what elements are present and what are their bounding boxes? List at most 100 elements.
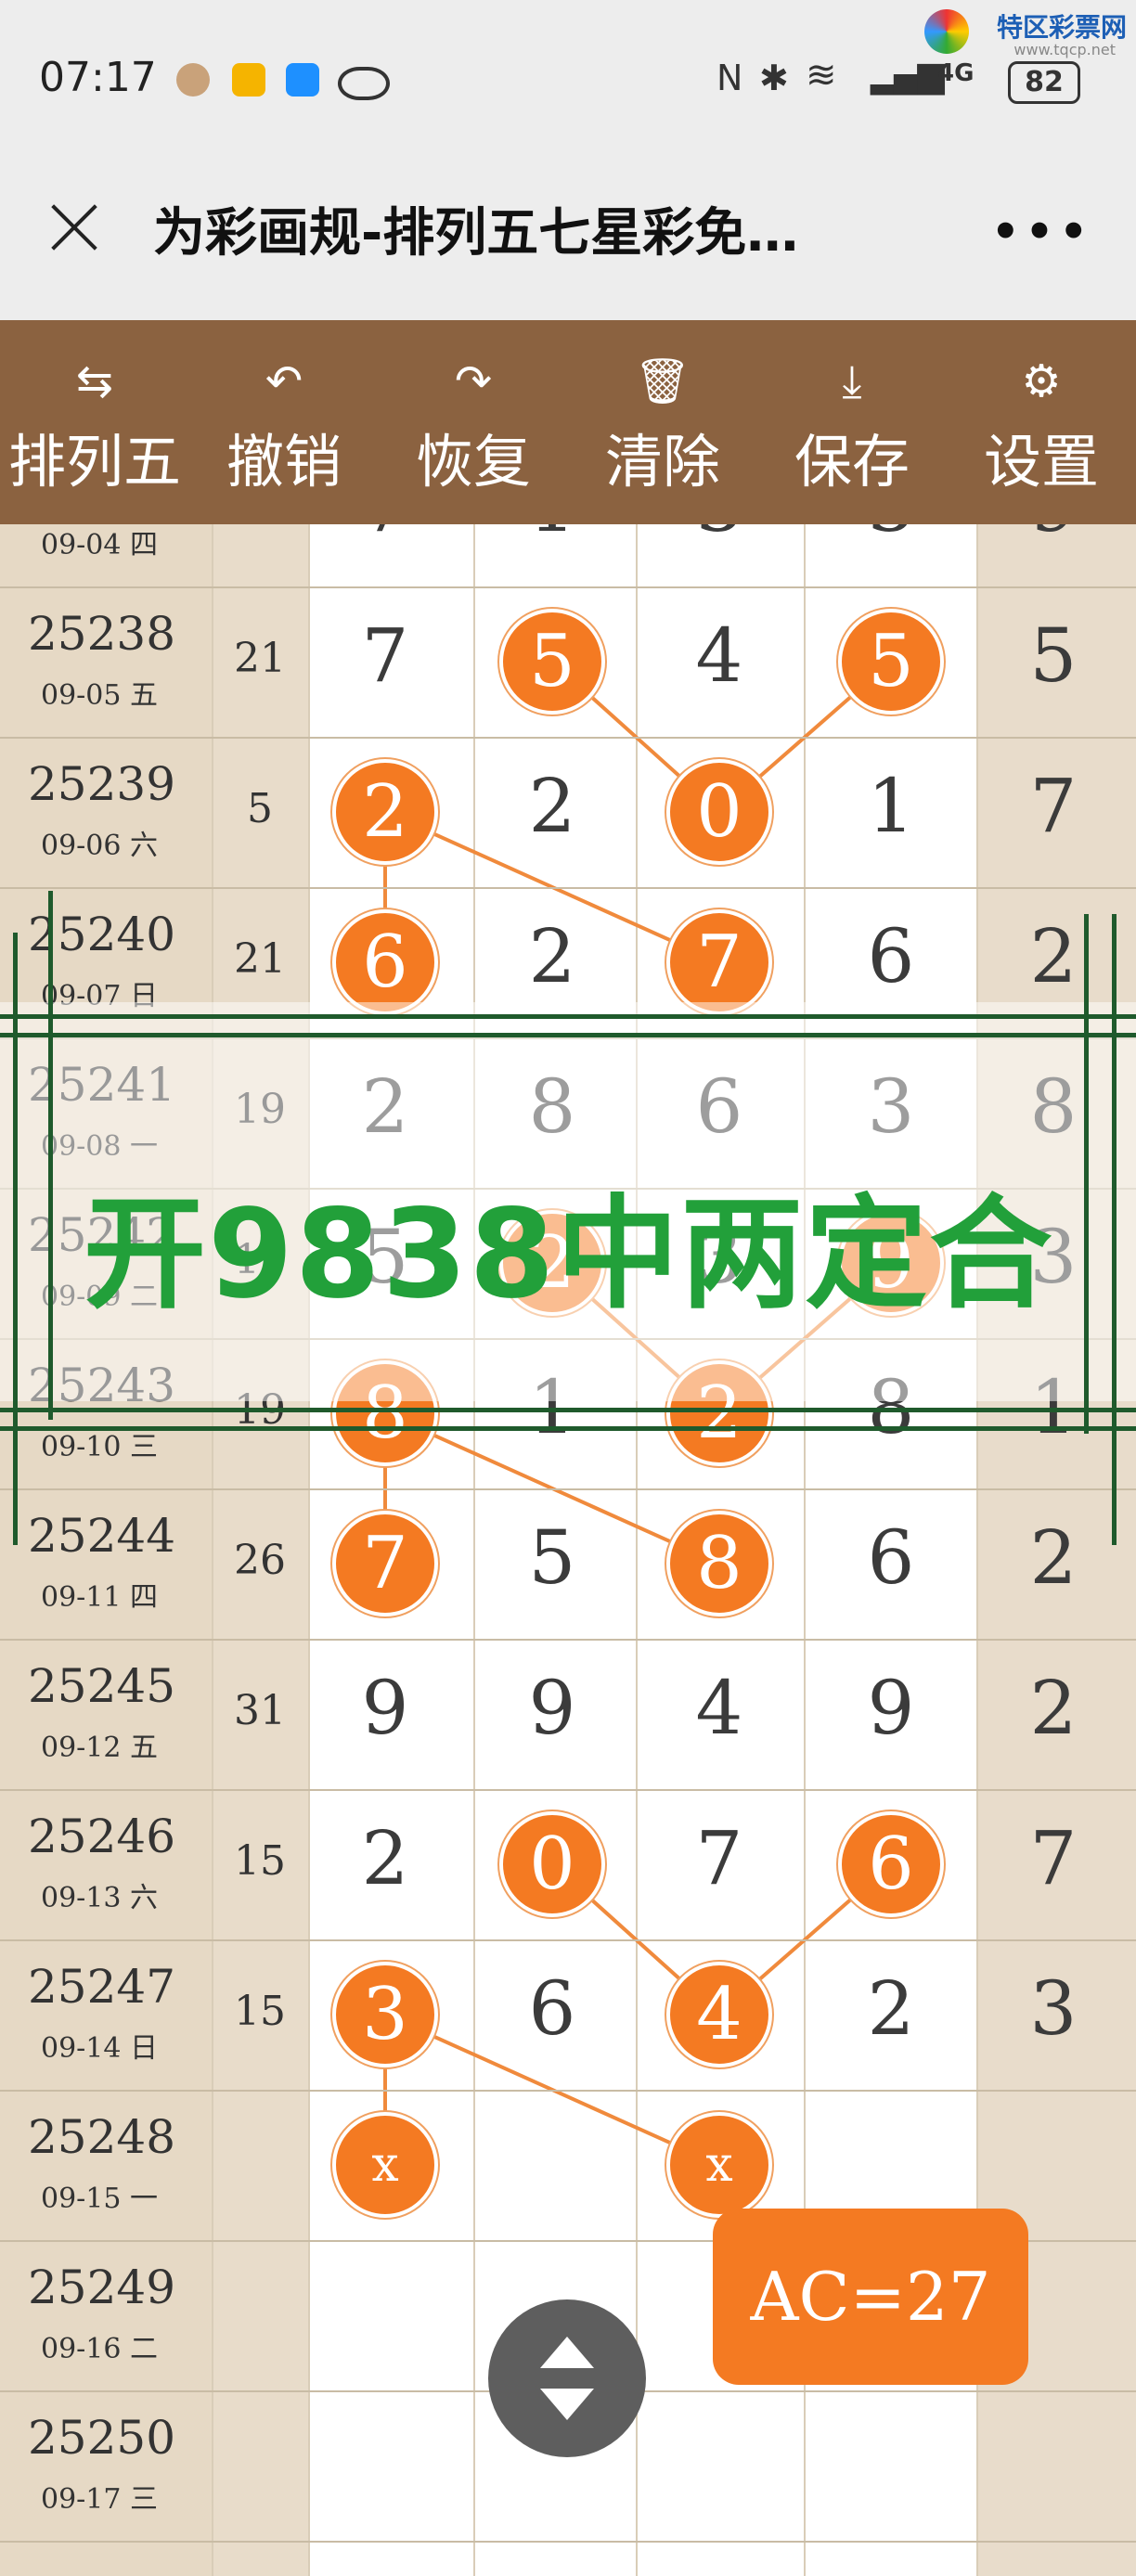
draw-digit[interactable]: 7	[998, 1815, 1109, 1901]
watermark-text: 特区彩票网	[996, 12, 1127, 43]
draw-digit[interactable]: 6	[835, 913, 947, 999]
highlighted-digit[interactable]: 5	[499, 609, 605, 715]
draw-digit[interactable]: 7	[329, 612, 441, 699]
draw-digit[interactable]: 9	[497, 1665, 608, 1751]
draw-digit[interactable]: 3	[664, 524, 775, 548]
highlighted-digit[interactable]: 5	[838, 609, 944, 715]
draw-digit[interactable]: 7	[664, 1815, 775, 1901]
draw-digit[interactable]: 2	[998, 1514, 1109, 1601]
redo-icon: ↷	[454, 355, 493, 407]
settings-button[interactable]: ⚙ 设置	[947, 320, 1136, 524]
draw-digit[interactable]: 2	[497, 763, 608, 849]
draw-digit[interactable]: 1	[835, 763, 947, 849]
draw-digit[interactable]: 7	[329, 524, 441, 548]
highlighted-digit[interactable]: 8	[666, 1511, 772, 1616]
period-date: 09-12 五	[41, 1732, 159, 1764]
period-number: 25247	[28, 1960, 176, 2014]
draw-digit[interactable]: 9	[835, 1665, 947, 1751]
draw-digit[interactable]: 2	[998, 913, 1109, 999]
digit-sum: 5	[247, 785, 273, 832]
period-number: 25246	[28, 1810, 176, 1863]
highlighted-digit[interactable]: 6	[332, 909, 438, 1015]
period-number: 25249	[28, 2260, 176, 2314]
draw-digit[interactable]: 4	[664, 612, 775, 699]
nfc-icon: N	[716, 58, 743, 98]
frame-line-top	[0, 1014, 1136, 1019]
period-date: 09-16 二	[41, 2333, 159, 2365]
gear-icon: ⚙	[1021, 355, 1062, 407]
redo-button[interactable]: ↷ 恢复	[379, 320, 568, 524]
draw-digit[interactable]: 6	[835, 1514, 947, 1601]
draw-digit[interactable]: 1	[497, 524, 608, 548]
toolbar: ⇆ 排列五 ↶ 撤销 ↷ 恢复 🗑 清除 ⤓ 保存 ⚙ 设置	[0, 320, 1136, 524]
highlighted-digit[interactable]: 0	[499, 1811, 605, 1917]
period-date: 09-14 日	[41, 2032, 159, 2065]
toolbar-button-pl5[interactable]: ⇆ 排列五	[0, 320, 189, 524]
digit-sum: 26	[234, 1537, 286, 1584]
clear-button[interactable]: 🗑 清除	[568, 320, 757, 524]
draw-digit[interactable]: 3	[835, 524, 947, 548]
swap-icon: ⇆	[75, 355, 114, 407]
highlighted-digit[interactable]: 0	[666, 759, 772, 865]
more-icon[interactable]: •••	[991, 206, 1093, 258]
chat-icon	[286, 63, 319, 97]
draw-digit[interactable]: 5	[497, 1514, 608, 1601]
period-date: 09-06 六	[41, 830, 159, 862]
period-date: 09-05 五	[41, 679, 159, 712]
frame-line-top-inner	[0, 1033, 1136, 1037]
period-number: 25238	[28, 607, 176, 661]
signal-icon: ▂▄▆	[871, 54, 945, 95]
trash-icon: 🗑	[634, 355, 691, 407]
row-divider	[0, 1939, 1136, 1941]
highlighted-digit[interactable]: 6	[838, 1811, 944, 1917]
highlighted-digit[interactable]: 7	[332, 1511, 438, 1616]
row-divider	[0, 2541, 1136, 2543]
period-date: 09-17 三	[41, 2483, 159, 2516]
highlighted-digit[interactable]: x	[332, 2112, 438, 2218]
highlighted-digit[interactable]: 4	[666, 1962, 772, 2067]
status-bar: 07:17 N ✱ ≋ ▂▄▆ 4G 82 特区彩票网 www.tqcp.net	[0, 0, 1136, 162]
battery-indicator: 82	[1008, 61, 1080, 104]
toolbar-label: 排列五	[7, 428, 181, 496]
overlay-annotation: 开9838中两定合	[84, 1183, 1054, 1326]
draw-digit[interactable]: 5	[998, 612, 1109, 699]
page-title: 为彩画规-排列五七星彩免…	[153, 203, 799, 264]
digit-sum: 21	[234, 635, 286, 682]
toolbar-label: 清除	[604, 428, 720, 496]
period-number: 25244	[28, 1509, 176, 1563]
row-divider	[0, 1639, 1136, 1641]
digit-sum: 14	[213, 524, 306, 532]
chevron-up-icon	[540, 2337, 594, 2368]
column-divider	[636, 524, 638, 2576]
toolbar-label: 设置	[983, 428, 1099, 496]
column-divider	[473, 524, 475, 2576]
period-number: 25245	[28, 1659, 176, 1713]
draw-digit[interactable]: 4	[664, 1665, 775, 1751]
undo-button[interactable]: ↶ 撤销	[189, 320, 379, 524]
period-date: 09-13 六	[41, 1882, 159, 1914]
draw-digit[interactable]: 2	[835, 1965, 947, 2052]
draw-digit[interactable]: 6	[497, 1965, 608, 2052]
draw-digit[interactable]: 2	[329, 1815, 441, 1901]
draw-digit[interactable]: 9	[329, 1665, 441, 1751]
watermark-url: www.tqcp.net	[1013, 41, 1116, 58]
draw-digit[interactable]: 2	[497, 913, 608, 999]
close-icon[interactable]	[41, 195, 106, 260]
period-number: 25239	[28, 757, 176, 811]
draw-digit[interactable]: 2	[998, 1665, 1109, 1751]
highlighted-digit[interactable]: 2	[332, 759, 438, 865]
highlighted-digit[interactable]: 3	[332, 1962, 438, 2067]
highlighted-digit[interactable]: 7	[666, 909, 772, 1015]
download-icon: ⤓	[842, 355, 862, 407]
frame-line-right	[1084, 914, 1089, 1434]
bluetooth-icon: ✱	[759, 58, 789, 98]
draw-digit[interactable]: 3	[998, 1965, 1109, 2052]
frame-line-right-outer	[1112, 914, 1117, 1545]
toolbar-label: 恢复	[415, 428, 531, 496]
draw-digit[interactable]: 7	[998, 763, 1109, 849]
highlighted-digit[interactable]: x	[666, 2112, 772, 2218]
draw-digit[interactable]: 9	[998, 524, 1109, 548]
mail-icon	[232, 63, 265, 97]
scroll-toggle-button[interactable]	[488, 2299, 646, 2457]
save-button[interactable]: ⤓ 保存	[757, 320, 947, 524]
